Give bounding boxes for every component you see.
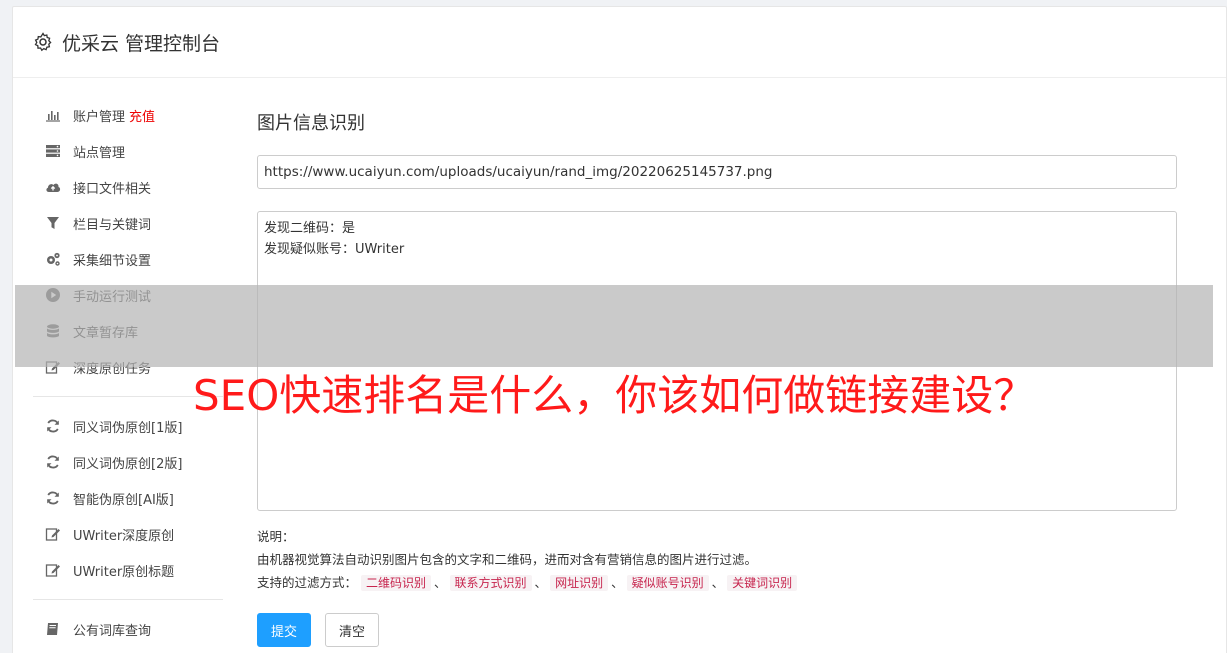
result-line: 发现疑似账号：UWriter <box>264 242 405 257</box>
submit-button[interactable]: 提交 <box>257 613 311 647</box>
sidebar-item[interactable]: 账户管理 充值 <box>33 97 223 133</box>
sidebar-item-label: 同义词伪原创[2版] <box>73 456 183 472</box>
note-desc: 由机器视觉算法自动识别图片包含的文字和二维码，进而对含有营销信息的图片进行过滤。 <box>257 552 758 567</box>
sidebar-item[interactable]: 采集细节设置 <box>33 241 223 277</box>
page-header: 优采云 管理控制台 <box>13 7 1226 78</box>
sidebar-item-label: 账户管理 <box>73 109 126 125</box>
filter-tag: 网址识别 <box>550 575 609 591</box>
gear-icon <box>34 32 52 52</box>
description: 说明： 由机器视觉算法自动识别图片包含的文字和二维码，进而对含有营销信息的图片进… <box>257 525 1187 595</box>
edit-icon <box>45 526 61 542</box>
sidebar-item-label: UWriter原创标题 <box>73 564 175 580</box>
server-icon <box>45 143 61 159</box>
sidebar-item[interactable]: 栏目与关键词 <box>33 205 223 241</box>
gears-icon <box>45 251 61 267</box>
recharge-link[interactable]: 充值 <box>129 106 155 125</box>
sidebar-item-label: 站点管理 <box>73 145 126 161</box>
sidebar-item-label: 同义词伪原创[1版] <box>73 420 183 436</box>
refresh-icon <box>45 418 61 434</box>
filter-separator: 、 <box>434 575 447 590</box>
filter-tag: 联系方式识别 <box>449 575 532 591</box>
sidebar-item[interactable]: 接口文件相关 <box>33 169 223 205</box>
sidebar-item-label: 智能伪原创[AI版] <box>73 492 174 508</box>
filter-list: 支持的过滤方式： 二维码识别、联系方式识别、网址识别、疑似账号识别、关键词识别 <box>257 571 1187 595</box>
sidebar-item[interactable]: 公有词库查询 <box>33 611 223 647</box>
sidebar-divider <box>33 599 223 600</box>
refresh-icon <box>45 490 61 506</box>
sidebar-item-label: UWriter深度原创 <box>73 528 175 544</box>
sidebar-item[interactable]: UWriter原创标题 <box>33 552 223 588</box>
sidebar-item[interactable]: 智能伪原创[AI版] <box>33 480 223 516</box>
edit-icon <box>45 562 61 578</box>
image-url-input[interactable] <box>257 155 1177 189</box>
book-icon <box>45 621 61 637</box>
refresh-icon <box>45 454 61 470</box>
sidebar-item-label: 栏目与关键词 <box>73 217 152 233</box>
bar-chart-icon <box>45 107 61 123</box>
sidebar-item[interactable]: 同义词伪原创[2版] <box>33 444 223 480</box>
sidebar-item[interactable]: 站点管理 <box>33 133 223 169</box>
overlay-band <box>15 285 1213 367</box>
filter-icon <box>45 215 61 231</box>
button-row: 提交 清空 <box>257 613 1187 647</box>
filter-separator: 、 <box>711 575 725 590</box>
sidebar-item[interactable]: UWriter深度原创 <box>33 516 223 552</box>
page-title: 优采云 管理控制台 <box>62 32 221 55</box>
filter-tag: 疑似账号识别 <box>626 575 709 591</box>
section-title: 图片信息识别 <box>257 113 365 134</box>
overlay-headline: SEO快速排名是什么，你该如何做链接建设？ <box>193 371 1036 420</box>
note-label: 说明： <box>257 529 295 544</box>
sidebar-item-label: 采集细节设置 <box>73 253 152 269</box>
cloud-upload-icon <box>45 179 61 195</box>
result-line: 发现二维码：是 <box>264 221 356 236</box>
filter-tag: 关键词识别 <box>727 575 798 591</box>
filter-separator: 、 <box>611 575 624 590</box>
sidebar-item-label: 公有词库查询 <box>73 623 152 639</box>
filter-prefix: 支持的过滤方式： <box>257 575 358 590</box>
sidebar-item-label: 接口文件相关 <box>73 181 152 197</box>
filter-separator: 、 <box>534 575 548 590</box>
filter-tag: 二维码识别 <box>361 575 432 591</box>
clear-button[interactable]: 清空 <box>325 613 379 647</box>
